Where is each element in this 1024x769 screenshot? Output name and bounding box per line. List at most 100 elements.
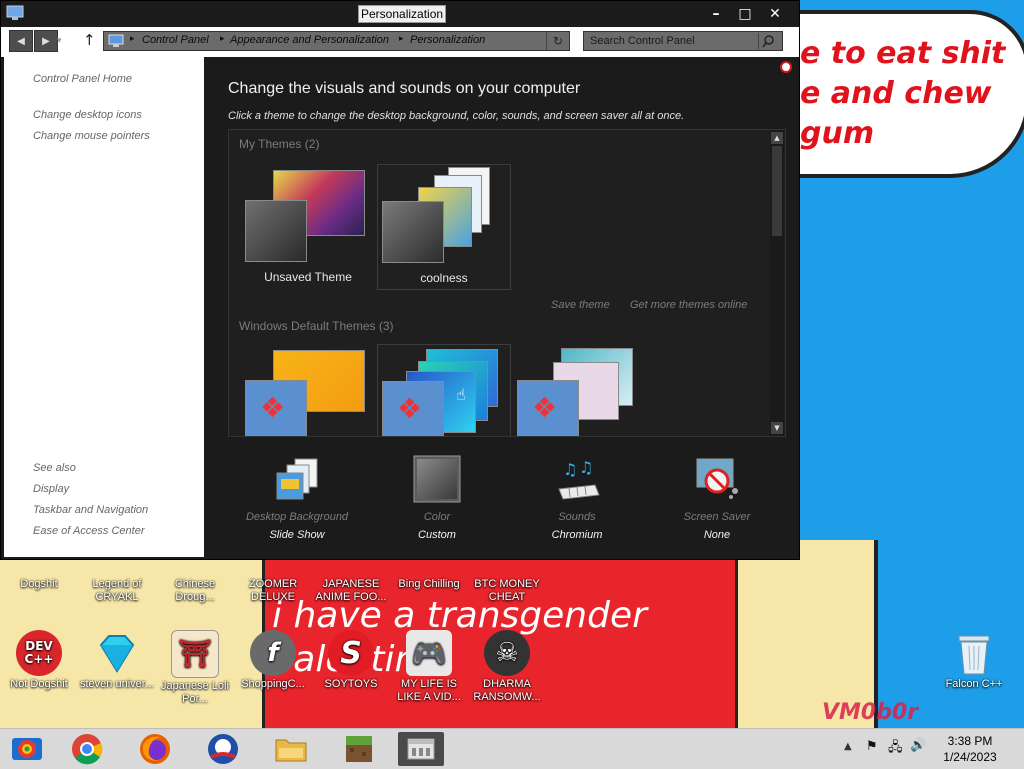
desktop-icon-shopping[interactable]: f ShoppingC... xyxy=(234,630,312,691)
theme-color-thumb: ❖ xyxy=(517,380,579,436)
themes-list: My Themes (2) Unsaved Theme coolness Sav… xyxy=(228,129,786,437)
minimize-button[interactable]: – xyxy=(703,4,729,24)
save-theme-link[interactable]: Save theme xyxy=(551,299,610,311)
themes-scrollbar[interactable]: ▲ ▼ xyxy=(770,130,784,436)
recent-locations-chevron-icon[interactable]: ▾ xyxy=(57,36,71,46)
desktop-icon-japanese-anime[interactable]: JAPANESE ANIME FOO... xyxy=(312,578,390,604)
chevron-up-icon[interactable]: ▲ xyxy=(844,741,852,752)
breadcrumb-appearance[interactable]: Appearance and Personalization xyxy=(230,34,389,46)
desktop-icon-label: MY LIFE IS LIKE A VID... xyxy=(397,678,461,703)
bubble-line: gum xyxy=(800,116,875,151)
theme-color-thumb: ❖ xyxy=(382,381,444,436)
desktop-icon-soytoys[interactable]: S SOYTOYS xyxy=(312,630,390,691)
setting-name: Color xyxy=(423,511,451,523)
taskbar-firefox[interactable] xyxy=(132,732,178,766)
address-bar[interactable]: ▸ Control Panel ▸ Appearance and Persona… xyxy=(103,31,570,51)
taskbar-obama[interactable] xyxy=(200,732,246,766)
theme-color-thumb xyxy=(382,201,444,263)
close-button[interactable]: ✕ xyxy=(762,4,788,24)
desktop-icon-dharma-ransomware[interactable]: ☠ DHARMA RANSOMW... xyxy=(468,630,546,704)
desktop-icon-legend-of-cryakl[interactable]: Legend of CRYAKL xyxy=(78,578,156,604)
desktop-icon-label: Not Dogshit xyxy=(10,678,68,690)
personalization-window: Personalization – □ ✕ ◀ ▶ ▾ ↑ ▸ Control … xyxy=(0,0,800,560)
desktop-icon-bing-chilling[interactable]: Bing Chilling xyxy=(390,578,468,591)
breadcrumb-control-panel[interactable]: Control Panel xyxy=(142,34,209,46)
desktop-icon-chinese-drougs[interactable]: Chinese Droug... xyxy=(156,578,234,604)
page-title: Change the visuals and sounds on your co… xyxy=(228,80,581,97)
wallpaper-signature: VM0b0r xyxy=(822,700,919,725)
get-more-themes-link[interactable]: Get more themes online xyxy=(630,299,747,311)
breadcrumb-separator-icon: ▸ xyxy=(220,34,225,44)
palette-fan-icon: ❖ xyxy=(260,391,286,424)
maximize-button[interactable]: □ xyxy=(732,4,758,24)
start-button[interactable] xyxy=(4,732,50,766)
desktop-icon-btc-money-cheat[interactable]: BTC MONEY CHEAT xyxy=(468,578,546,604)
ease-of-access-link[interactable]: Ease of Access Center xyxy=(33,525,144,537)
desktop-icon-zoomer-deluxe[interactable]: ZOOMER DELUXE xyxy=(234,578,312,604)
desktop-icon-my-life[interactable]: 🎮 MY LIFE IS LIKE A VID... xyxy=(390,630,468,704)
theme-lines-and-colors[interactable]: ❖ ☝ xyxy=(377,344,511,436)
change-mouse-pointers-link[interactable]: Change mouse pointers xyxy=(33,130,150,142)
theme-flowers[interactable]: ❖ xyxy=(513,344,647,436)
sounds-setting[interactable]: ♫ ♫ Sounds Chromium xyxy=(512,455,642,541)
sounds-icon: ♫ ♫ xyxy=(553,455,601,503)
scroll-down-arrow-icon[interactable]: ▼ xyxy=(771,422,783,434)
slideshow-icon xyxy=(273,455,321,503)
start-logo-icon xyxy=(12,738,42,760)
window-app-icon xyxy=(6,5,24,20)
color-swatch-icon xyxy=(413,455,461,503)
forward-button[interactable]: ▶ xyxy=(34,30,58,52)
taskbar-minecraft[interactable] xyxy=(336,732,382,766)
desktop-icon-steven-universe[interactable]: steven univer... xyxy=(78,630,156,691)
scroll-up-arrow-icon[interactable]: ▲ xyxy=(771,132,783,144)
network-icon[interactable]: 🖧 xyxy=(888,738,903,760)
wallpaper-bubble-text: e to eat shit e and chew gum xyxy=(800,34,1020,154)
theme-coolness[interactable]: coolness xyxy=(377,164,511,290)
setting-value: Chromium xyxy=(551,529,603,541)
search-icon[interactable] xyxy=(758,33,781,49)
hand-pointer-cursor-icon: ☝ xyxy=(456,385,466,404)
taskbar-chrome[interactable] xyxy=(64,732,110,766)
flag-icon[interactable]: ⚑ xyxy=(866,739,878,754)
refresh-icon[interactable]: ↻ xyxy=(546,32,569,50)
scrollbar-thumb[interactable] xyxy=(772,146,782,236)
setting-name: Screen Saver xyxy=(683,511,751,523)
setting-value: Custom xyxy=(418,529,456,541)
search-box xyxy=(583,31,783,51)
navigation-bar: ◀ ▶ ▾ ↑ ▸ Control Panel ▸ Appearance and… xyxy=(1,27,799,57)
theme-windows-default[interactable]: ❖ xyxy=(241,344,375,436)
system-tray: ▲ ⚑ 🖧 🔊 3:38 PM 1/24/2023 xyxy=(834,729,1024,769)
screen-saver-setting[interactable]: Screen Saver None xyxy=(652,455,782,541)
back-button[interactable]: ◀ xyxy=(9,30,33,52)
desktop-icon-dogshit[interactable]: Dogshit xyxy=(0,578,78,591)
breadcrumb-personalization[interactable]: Personalization xyxy=(410,34,485,46)
devcpp-logo-text: DEV C++ xyxy=(24,639,54,666)
minecraft-block-icon xyxy=(346,736,372,762)
theme-label: coolness xyxy=(420,271,468,285)
desktop-background-setting[interactable]: Desktop Background Slide Show xyxy=(232,455,362,541)
taskbar-control-panel-active[interactable] xyxy=(398,732,444,766)
desktop-icon-japanese-loli[interactable]: ⛩ Japanese Loli Por... xyxy=(156,630,234,706)
torii-icon: ⛩ xyxy=(171,630,219,678)
desktop-icon-not-dogshit[interactable]: DEV C++ Not Dogshit xyxy=(0,630,78,691)
theme-unsaved[interactable]: Unsaved Theme xyxy=(241,164,375,290)
skull-icon: ☠ xyxy=(484,630,530,676)
display-link[interactable]: Display xyxy=(33,483,69,495)
title-bar[interactable]: Personalization – □ ✕ xyxy=(1,1,799,27)
change-desktop-icons-link[interactable]: Change desktop icons xyxy=(33,109,142,121)
close-help-icon[interactable] xyxy=(780,61,792,73)
up-button[interactable]: ↑ xyxy=(83,31,96,49)
search-input[interactable] xyxy=(584,32,756,50)
volume-icon[interactable]: 🔊 xyxy=(910,738,926,753)
desktop-icon-recycle-bin[interactable]: Falcon C++ xyxy=(935,630,1013,691)
taskbar-navigation-link[interactable]: Taskbar and Navigation xyxy=(33,504,148,516)
setting-value: Slide Show xyxy=(269,529,325,541)
clock[interactable]: 3:38 PM 1/24/2023 xyxy=(930,733,1010,765)
desktop-icon-label: ShoppingC... xyxy=(241,678,305,690)
flash-icon: f xyxy=(250,630,296,676)
control-panel-home-link[interactable]: Control Panel Home xyxy=(33,73,132,85)
control-panel-location-icon xyxy=(108,34,124,47)
color-setting[interactable]: Color Custom xyxy=(372,455,502,541)
main-content: Change the visuals and sounds on your co… xyxy=(204,57,799,559)
taskbar-file-explorer[interactable] xyxy=(268,732,314,766)
